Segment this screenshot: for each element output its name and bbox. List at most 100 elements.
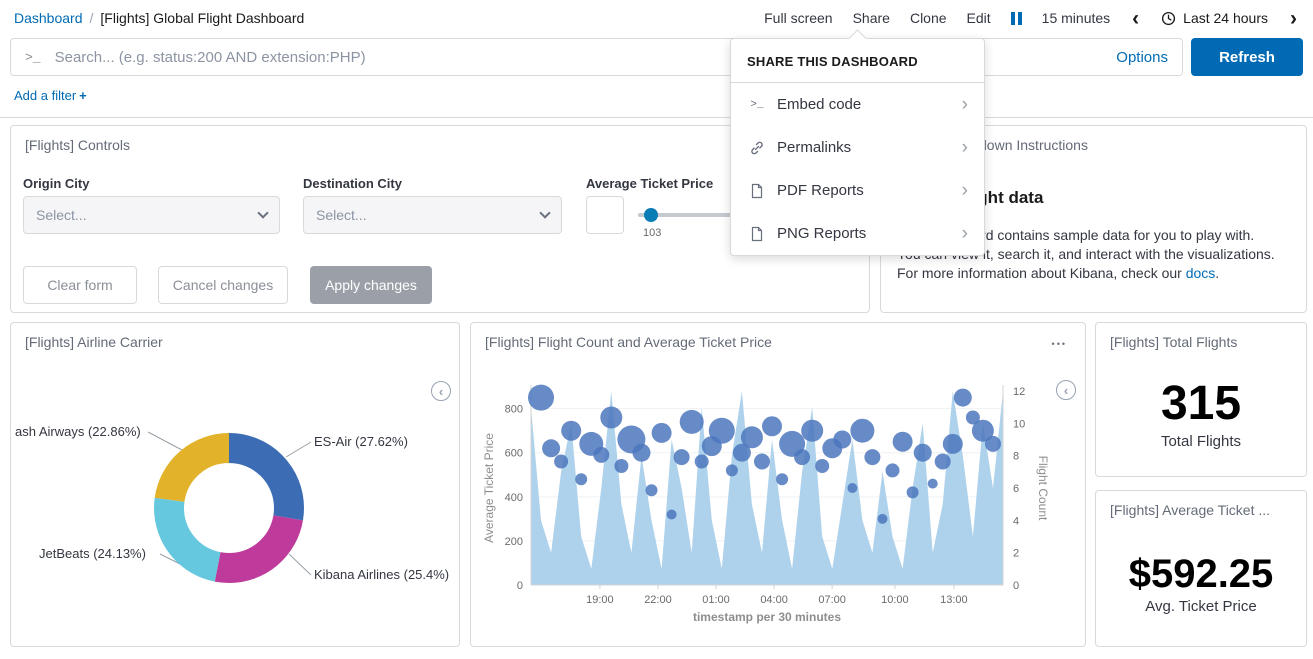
- options-link[interactable]: Options: [1116, 49, 1168, 66]
- add-filter-button[interactable]: Add a filter+: [14, 88, 87, 103]
- markdown-line-3-text: For more information about Kibana, check…: [897, 265, 1186, 281]
- donut-chart: [11, 353, 459, 633]
- add-filter-label: Add a filter: [14, 88, 76, 103]
- metric-value: $592.25: [1129, 553, 1274, 595]
- share-menu-item-png-reports[interactable]: PNG Reports ›: [731, 212, 984, 255]
- time-range-label: Last 24 hours: [1183, 10, 1268, 26]
- svg-text:200: 200: [505, 536, 523, 548]
- svg-text:01:00: 01:00: [702, 594, 730, 606]
- chevron-right-icon: ›: [962, 224, 968, 243]
- chevron-right-icon: ›: [962, 138, 968, 157]
- origin-city-placeholder: Select...: [36, 207, 87, 223]
- metric: $592.25 Avg. Ticket Price: [1096, 521, 1306, 646]
- destination-city-select[interactable]: Select...: [303, 196, 562, 234]
- panel-title: [Flights] Flight Count and Average Ticke…: [471, 323, 1031, 350]
- link-icon: [747, 140, 767, 156]
- ticket-price-label: Average Ticket Price: [586, 176, 713, 191]
- svg-text:2: 2: [1013, 548, 1019, 560]
- price-min-input[interactable]: [586, 196, 624, 234]
- share-popover: SHARE THIS DASHBOARD >_ Embed code › Per…: [730, 38, 985, 256]
- metric-value: 315: [1161, 379, 1241, 429]
- pie-label-kibana-airlines: Kibana Airlines (25.4%): [314, 567, 449, 582]
- dashboard-grid: [Flights] Controls Origin City Select...…: [0, 118, 1313, 659]
- chevron-right-icon: ›: [962, 95, 968, 114]
- svg-text:400: 400: [505, 492, 523, 504]
- svg-text:10:00: 10:00: [881, 594, 909, 606]
- pie-label-jetbeats: JetBeats (24.13%): [39, 546, 146, 561]
- share-menu-item-pdf-reports[interactable]: PDF Reports ›: [731, 169, 984, 212]
- document-icon: [747, 183, 767, 199]
- top-nav: Dashboard / [Flights] Global Flight Dash…: [0, 0, 1313, 36]
- breadcrumb: Dashboard / [Flights] Global Flight Dash…: [14, 10, 304, 26]
- svg-text:4: 4: [1013, 515, 1019, 527]
- menu-item-label: Permalinks: [777, 139, 962, 156]
- svg-text:07:00: 07:00: [818, 594, 846, 606]
- pause-icon[interactable]: [1011, 12, 1022, 25]
- svg-text:timestamp per 30 minutes: timestamp per 30 minutes: [693, 610, 841, 624]
- price-slider-handle[interactable]: [644, 208, 658, 222]
- clone-button[interactable]: Clone: [910, 10, 947, 26]
- metric: 315 Total Flights: [1096, 353, 1306, 476]
- menu-item-label: PDF Reports: [777, 182, 962, 199]
- console-icon: >_: [25, 50, 41, 65]
- refresh-button[interactable]: Refresh: [1191, 38, 1303, 76]
- markdown-line-3-suffix: .: [1215, 265, 1219, 281]
- svg-text:6: 6: [1013, 483, 1019, 495]
- svg-text:19:00: 19:00: [586, 594, 614, 606]
- svg-text:0: 0: [1013, 580, 1019, 592]
- docs-link[interactable]: docs: [1186, 265, 1216, 281]
- search-box: >_ Options: [10, 38, 1183, 76]
- document-icon: [747, 226, 767, 242]
- clear-form-button[interactable]: Clear form: [23, 266, 137, 304]
- pie-label-logstash-airways: ash Airways (22.86%): [15, 424, 141, 439]
- top-nav-menu: Full screen Share Clone Edit 15 minutes …: [764, 8, 1299, 29]
- cancel-changes-button[interactable]: Cancel changes: [158, 266, 288, 304]
- panel-options-icon[interactable]: •••: [1052, 339, 1067, 349]
- destination-city-label: Destination City: [303, 176, 402, 191]
- panel-flight-count-price: [Flights] Flight Count and Average Ticke…: [470, 322, 1086, 647]
- svg-text:Flight Count: Flight Count: [1036, 456, 1050, 521]
- svg-text:8: 8: [1013, 451, 1019, 463]
- pie-label-es-air: ES-Air (27.62%): [314, 434, 408, 449]
- time-range-button[interactable]: Last 24 hours: [1161, 10, 1268, 26]
- console-icon: >_: [747, 99, 767, 111]
- svg-text:800: 800: [505, 404, 523, 416]
- query-bar: >_ Options Refresh: [0, 36, 1313, 78]
- origin-city-select[interactable]: Select...: [23, 196, 280, 234]
- breadcrumb-dashboard[interactable]: Dashboard: [14, 10, 83, 26]
- chevron-down-icon: [539, 207, 550, 218]
- bubble-area-chart: 020040060080002468101219:0022:0001:0004:…: [479, 373, 1079, 633]
- full-screen-button[interactable]: Full screen: [764, 10, 832, 26]
- filter-bar: Add a filter+: [0, 78, 1313, 118]
- share-menu-item-permalinks[interactable]: Permalinks ›: [731, 126, 984, 169]
- panel-title: [Flights] Airline Carrier: [11, 323, 459, 350]
- panel-title: [Flights] Total Flights: [1096, 323, 1306, 350]
- edit-button[interactable]: Edit: [967, 10, 991, 26]
- time-back-chevron-icon[interactable]: ‹: [1130, 8, 1141, 29]
- metric-label: Avg. Ticket Price: [1145, 598, 1256, 615]
- share-button[interactable]: Share: [853, 10, 890, 26]
- menu-item-label: PNG Reports: [777, 225, 962, 242]
- refresh-interval-button[interactable]: 15 minutes: [1042, 10, 1110, 26]
- svg-text:12: 12: [1013, 386, 1025, 398]
- svg-text:0: 0: [517, 580, 523, 592]
- svg-text:10: 10: [1013, 418, 1025, 430]
- apply-changes-button[interactable]: Apply changes: [310, 266, 432, 304]
- panel-airline-carrier: [Flights] Airline Carrier ‹ ash Airways …: [10, 322, 460, 647]
- markdown-line-3: For more information about Kibana, check…: [897, 265, 1292, 281]
- panel-average-ticket-price: [Flights] Average Ticket ... $592.25 Avg…: [1095, 490, 1307, 647]
- origin-city-label: Origin City: [23, 176, 89, 191]
- breadcrumb-current: [Flights] Global Flight Dashboard: [100, 10, 304, 26]
- svg-text:13:00: 13:00: [940, 594, 968, 606]
- chevron-right-icon: ›: [962, 181, 968, 200]
- price-slider-value: 103: [643, 227, 661, 239]
- svg-text:600: 600: [505, 448, 523, 460]
- metric-label: Total Flights: [1161, 433, 1241, 450]
- clock-icon: [1161, 11, 1176, 26]
- panel-total-flights: [Flights] Total Flights 315 Total Flight…: [1095, 322, 1307, 477]
- time-forward-chevron-icon[interactable]: ›: [1288, 8, 1299, 29]
- svg-text:Average Ticket Price: Average Ticket Price: [482, 433, 496, 543]
- share-menu-item-embed-code[interactable]: >_ Embed code ›: [731, 83, 984, 126]
- menu-item-label: Embed code: [777, 96, 962, 113]
- panel-title: [Flights] Average Ticket ...: [1096, 491, 1306, 518]
